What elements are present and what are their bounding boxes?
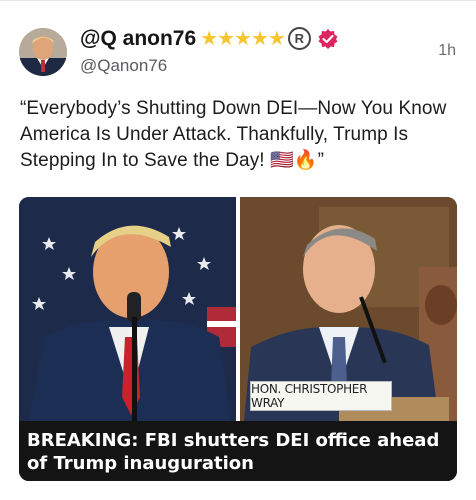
stars-icon: ★★★★★ <box>200 28 286 50</box>
nameplate: HON. CHRISTOPHER WRAY <box>250 381 392 411</box>
top-divider <box>0 0 476 1</box>
media-caption: BREAKING: FBI shutters DEI office ahead … <box>27 430 440 474</box>
post-timestamp: 1h <box>438 42 456 59</box>
display-name[interactable]: @Q anon76 ★★★★★ R <box>80 26 339 51</box>
post-media-image[interactable]: HON. CHRISTOPHER WRAY BREAKING: FBI shut… <box>19 197 457 481</box>
registered-mark-icon: R <box>287 27 311 50</box>
display-name-text: @Q anon76 <box>80 26 197 50</box>
post-text: “Everybody’s Shutting Down DEI—Now You K… <box>20 98 447 171</box>
verified-badge-icon <box>317 28 339 50</box>
avatar[interactable] <box>19 28 67 76</box>
user-handle[interactable]: @Qanon76 <box>80 56 167 76</box>
